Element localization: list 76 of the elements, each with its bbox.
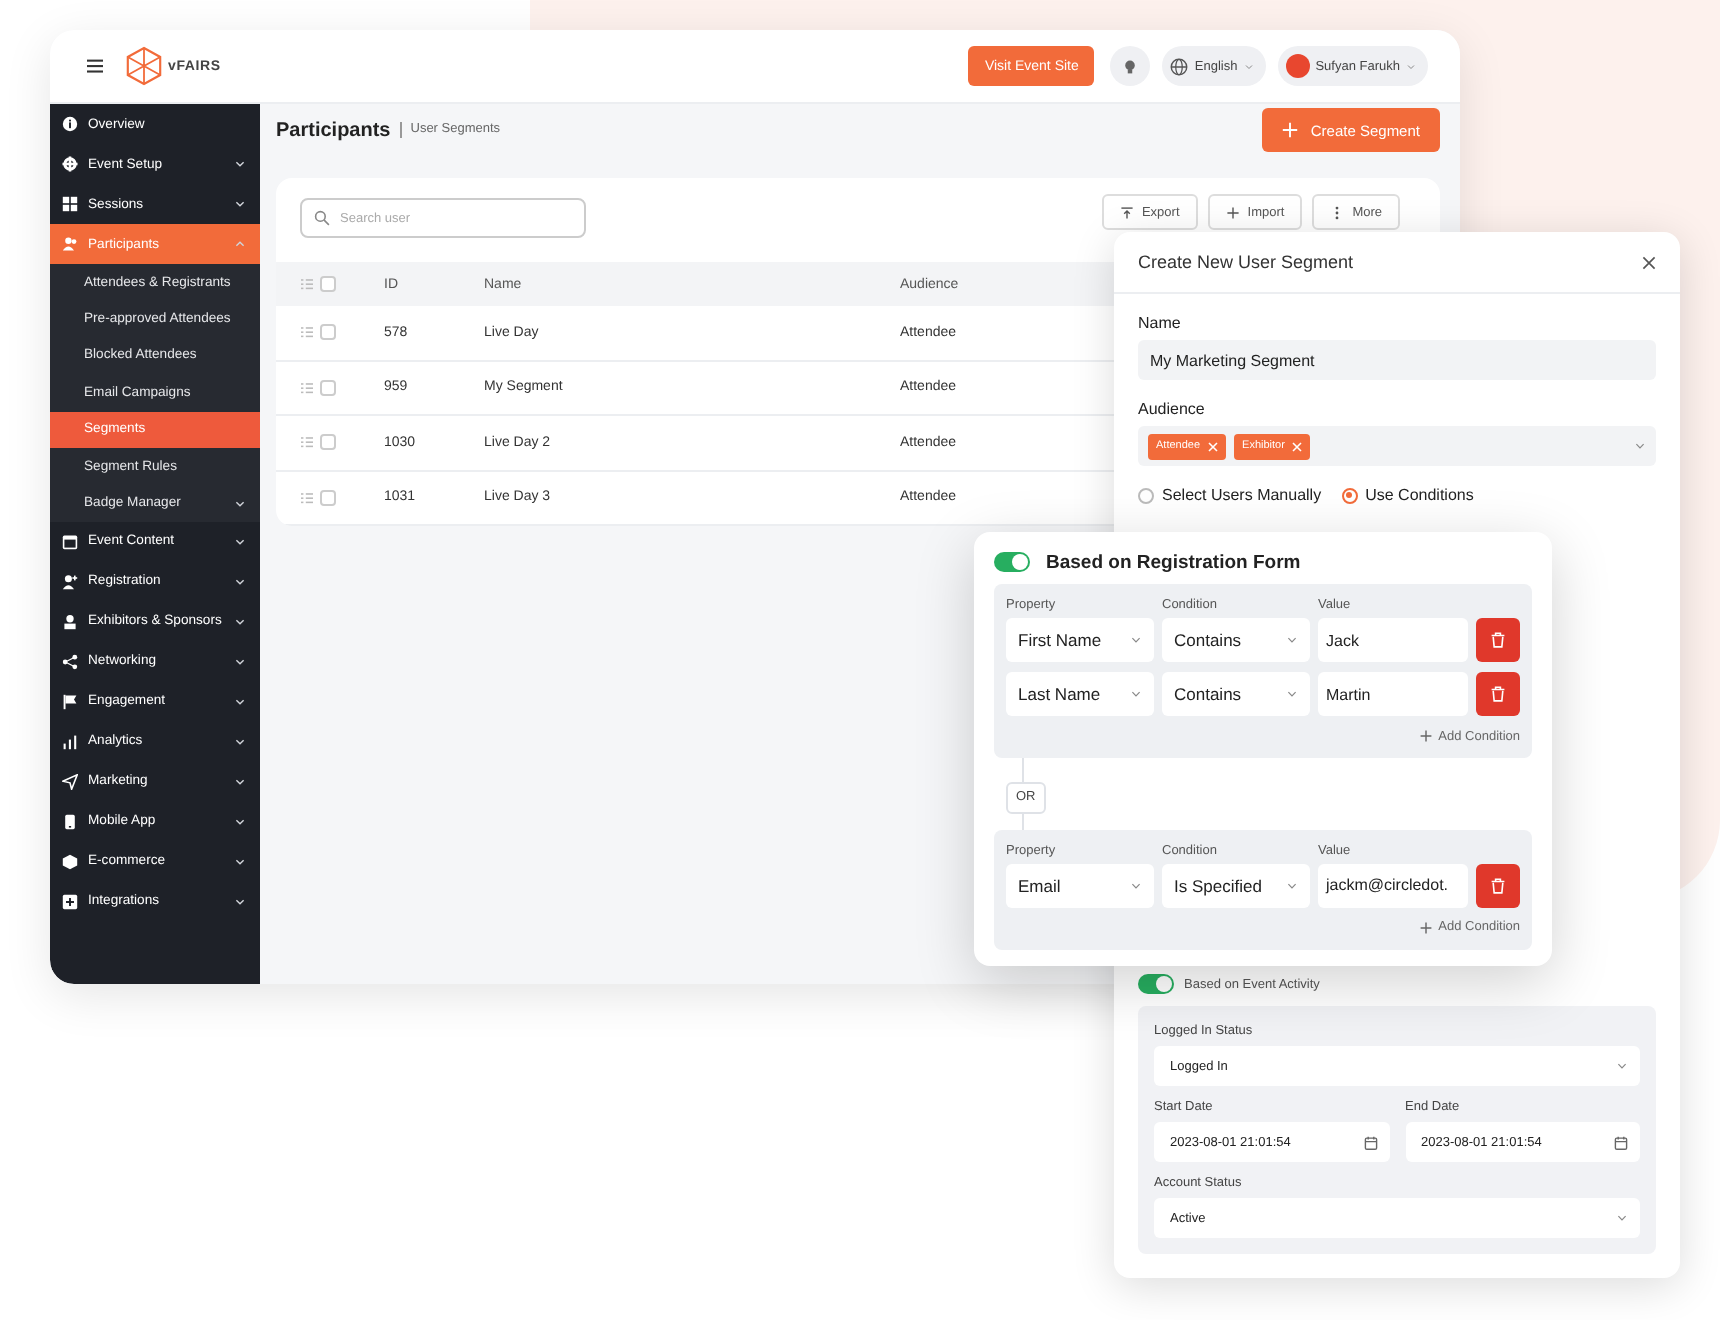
radio-label: Use Conditions <box>1365 486 1474 504</box>
send-icon <box>62 773 78 790</box>
bar-chart-icon <box>62 733 78 750</box>
caret-icon <box>1634 440 1646 452</box>
caret-icon <box>1286 688 1298 700</box>
value-field[interactable]: Jack <box>1318 618 1468 662</box>
info-icon <box>62 116 78 132</box>
caret-icon <box>1130 879 1142 891</box>
calendar-icon <box>1614 1135 1628 1149</box>
drag-handle-icon <box>300 326 314 339</box>
drag-handle-icon <box>300 381 314 394</box>
caret-icon <box>1286 879 1298 891</box>
menu-icon <box>86 58 104 74</box>
trash-icon <box>1490 632 1506 648</box>
people-icon <box>62 236 78 252</box>
checkbox[interactable] <box>320 379 336 396</box>
property-select[interactable]: Last Name <box>1006 672 1154 716</box>
condition-select[interactable]: Is Specified <box>1162 863 1310 907</box>
plus-icon <box>1225 205 1240 219</box>
share-icon <box>62 653 78 670</box>
close-icon <box>1642 255 1656 269</box>
calendar-icon <box>62 533 78 550</box>
drag-handle-icon <box>300 436 314 449</box>
person-icon <box>62 613 78 630</box>
drag-handle-icon <box>300 278 314 290</box>
trash-icon <box>1490 877 1506 893</box>
remove-icon <box>1208 441 1219 451</box>
radio-button[interactable] <box>1138 487 1154 503</box>
remove-icon <box>1292 441 1303 451</box>
radio-label: Select Users Manually <box>1162 486 1322 504</box>
checkbox[interactable] <box>320 324 336 341</box>
section-title: Based on Registration Form <box>1046 551 1301 573</box>
grid-icon <box>62 196 78 212</box>
globe-icon <box>1170 57 1189 75</box>
condition-select[interactable]: Contains <box>1162 618 1310 662</box>
caret-icon <box>1616 1212 1628 1224</box>
name-field[interactable]: My Marketing Segment <box>1138 340 1656 380</box>
caret-icon <box>1616 1060 1628 1072</box>
plus-icon <box>1282 122 1299 138</box>
checkbox[interactable] <box>320 489 336 506</box>
export-icon <box>1119 205 1134 219</box>
delete-button[interactable] <box>1476 672 1520 716</box>
checkbox[interactable] <box>320 276 336 292</box>
caret-icon <box>1130 688 1142 700</box>
caret-icon <box>1286 634 1298 646</box>
avatar-icon <box>1285 54 1310 78</box>
value-field[interactable]: jackm@circledot. <box>1318 863 1468 907</box>
radio-button[interactable] <box>1341 487 1358 503</box>
caret-icon <box>1406 61 1416 71</box>
toggle-switch[interactable] <box>994 552 1030 572</box>
condition-select[interactable]: Contains <box>1162 672 1310 716</box>
checkbox[interactable] <box>320 434 336 451</box>
plus-square-icon <box>62 893 78 910</box>
lightbulb-icon <box>1122 57 1139 75</box>
plus-icon <box>1420 921 1433 933</box>
plus-icon <box>1420 730 1433 742</box>
caret-icon <box>1130 634 1142 646</box>
field-label: Audience <box>1138 400 1207 420</box>
trash-icon <box>1490 686 1506 702</box>
drag-handle-icon <box>300 491 314 504</box>
page-title: Participants <box>276 119 391 141</box>
phone-icon <box>62 813 78 830</box>
property-select[interactable]: Email <box>1006 863 1154 907</box>
person-add-icon <box>62 573 78 590</box>
search-icon <box>314 210 330 226</box>
flag-icon <box>62 693 78 710</box>
dialog-title: Create New User Segment <box>1138 252 1354 272</box>
property-select[interactable]: First Name <box>1006 618 1154 662</box>
value-field[interactable]: Martin <box>1318 672 1468 716</box>
delete-button[interactable] <box>1476 863 1520 907</box>
toggle-switch[interactable] <box>1138 974 1174 994</box>
caret-icon <box>1243 61 1254 71</box>
delete-button[interactable] <box>1476 618 1520 662</box>
calendar-icon <box>1363 1135 1377 1149</box>
tips-button[interactable] <box>1110 46 1151 86</box>
field-label: Name <box>1138 314 1183 334</box>
